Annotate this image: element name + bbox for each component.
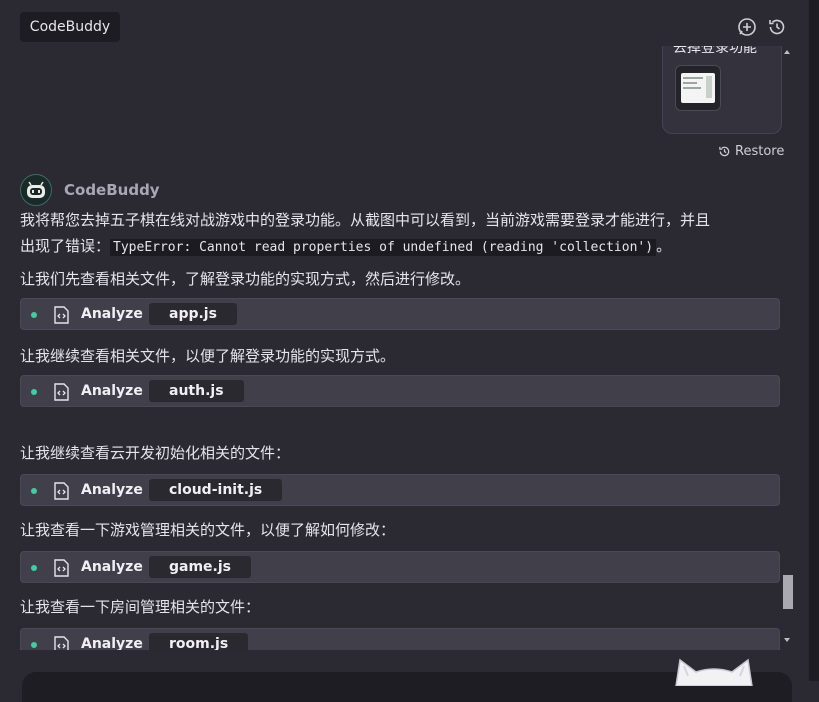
user-message-text: 去掉登录功能 — [673, 46, 757, 56]
title-tab[interactable]: CodeBuddy — [20, 12, 120, 42]
message-paragraph-4: 让我继续查看云开发初始化相关的文件： — [20, 444, 291, 462]
analyze-step-game[interactable]: Analyze game.js — [20, 551, 780, 583]
file-name-pill[interactable]: cloud-init.js — [149, 479, 283, 501]
bullet-dot — [31, 642, 37, 648]
scrollbar-thumb[interactable] — [783, 575, 793, 609]
step-action-label: Analyze — [81, 383, 143, 399]
step-action-label: Analyze — [81, 306, 143, 322]
code-file-icon — [53, 383, 70, 401]
robot-avatar-icon — [20, 174, 52, 206]
scroll-up-arrow-icon[interactable] — [784, 50, 790, 54]
step-action-label: Analyze — [81, 482, 143, 498]
code-file-icon — [53, 559, 70, 577]
cat-mascot-icon — [666, 656, 762, 687]
scroll-down-arrow-icon[interactable] — [784, 638, 790, 642]
code-file-icon — [53, 636, 70, 650]
error-suffix: 。 — [656, 237, 672, 255]
chat-scroll-area[interactable]: 去掉登录功能 Restore CodeBuddy 我将帮您去掉五子棋在线对战游戏… — [0, 46, 794, 650]
code-file-icon — [53, 482, 70, 500]
file-name-pill[interactable]: app.js — [149, 303, 237, 325]
vertical-scrollbar[interactable] — [783, 46, 793, 650]
message-paragraph-5: 让我查看一下游戏管理相关的文件，以便了解如何修改： — [20, 521, 396, 539]
window-edge — [809, 0, 819, 681]
file-name-pill[interactable]: auth.js — [149, 380, 244, 402]
new-chat-icon[interactable] — [736, 16, 758, 38]
attachment-thumbnail[interactable] — [675, 65, 721, 111]
analyze-step-cloud-init[interactable]: Analyze cloud-init.js — [20, 474, 780, 506]
file-name-pill[interactable]: game.js — [149, 556, 252, 578]
bullet-dot — [31, 312, 37, 318]
history-icon[interactable] — [766, 16, 788, 38]
message-paragraph-6: 让我查看一下房间管理相关的文件： — [20, 598, 261, 616]
bullet-dot — [31, 488, 37, 494]
analyze-step-auth[interactable]: Analyze auth.js — [20, 375, 780, 407]
message-paragraph-1-line-2: 出现了错误： TypeError: Cannot read properties … — [20, 235, 671, 256]
analyze-step-room[interactable]: Analyze room.js — [20, 628, 780, 650]
message-paragraph-2: 让我们先查看相关文件，了解登录功能的实现方式，然后进行修改。 — [20, 270, 471, 288]
restore-icon — [719, 146, 730, 156]
step-action-label: Analyze — [81, 636, 143, 650]
bullet-dot — [31, 565, 37, 571]
bullet-dot — [31, 389, 37, 395]
step-action-label: Analyze — [81, 559, 143, 575]
chat-header: CodeBuddy — [0, 0, 819, 46]
analyze-step-app[interactable]: Analyze app.js — [20, 298, 780, 330]
message-paragraph-3: 让我继续查看相关文件，以便了解登录功能的实现方式。 — [20, 347, 396, 365]
restore-label: Restore — [735, 143, 785, 159]
thumbnail-image — [681, 73, 715, 103]
error-prefix: 出现了错误： — [20, 237, 111, 255]
restore-button[interactable]: Restore — [718, 142, 784, 160]
agent-header: CodeBuddy — [20, 174, 160, 206]
message-paragraph-1-line-1: 我将帮您去掉五子棋在线对战游戏中的登录功能。从截图中可以看到，当前游戏需要登录才… — [20, 211, 711, 229]
agent-name: CodeBuddy — [64, 181, 160, 199]
code-file-icon — [53, 306, 70, 324]
file-name-pill[interactable]: room.js — [149, 633, 249, 650]
error-code: TypeError: Cannot read properties of und… — [110, 239, 657, 256]
user-message-bubble: 去掉登录功能 — [662, 46, 782, 134]
